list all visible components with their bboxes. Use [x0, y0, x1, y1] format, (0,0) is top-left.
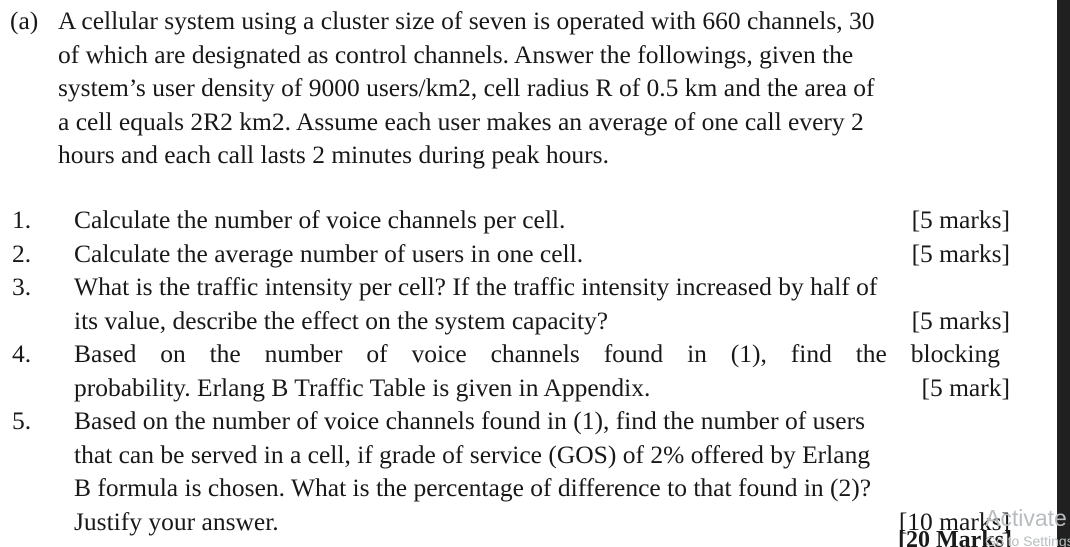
question-number-4: 4. [12, 339, 32, 368]
question-line: Justify your answer. [10 marks] [74, 505, 1010, 539]
question-number-2: 2. [12, 238, 32, 268]
part-a-row-3: system’s user density of 9000 users/km2,… [10, 71, 1010, 105]
question-item-4: 4. Based on the number of voice channels… [12, 337, 1010, 404]
part-a-line-1: A cellular system using a cluster size o… [58, 6, 875, 35]
page-edge-band [1057, 0, 1070, 547]
part-a-first-row: (a) A cellular system using a cluster si… [10, 4, 1010, 38]
part-a-line-3: system’s user density of 9000 users/km2,… [58, 73, 875, 102]
question-body-2: Calculate the average number of users in… [74, 237, 1010, 271]
question-item-1: 1. Calculate the number of voice channel… [12, 203, 1010, 237]
question-line: Calculate the average number of users in… [74, 237, 1010, 271]
part-a-row-4: a cell equals 2R2 km2. Assume each user … [10, 105, 1010, 139]
question-text: What is the traffic intensity per cell? … [74, 272, 878, 301]
question-body-5: Based on the number of voice channels fo… [74, 404, 1010, 538]
question-line: Based on the number of voice channels fo… [74, 404, 1010, 438]
question-item-5: 5. Based on the number of voice channels… [12, 404, 1010, 538]
question-line: Based on the number of voice channels fo… [74, 337, 1010, 371]
question-number-5: 5. [12, 406, 32, 435]
marks-label: [5 mark] [921, 372, 1010, 402]
marks-label: [5 marks] [911, 205, 1010, 234]
question-body-4: Based on the number of voice channels fo… [74, 337, 1010, 404]
part-a-row-5: hours and each call lasts 2 minutes duri… [10, 138, 1010, 172]
question-item-2: 2. Calculate the average number of users… [12, 237, 1010, 271]
document-page: (a) A cellular system using a cluster si… [0, 0, 1070, 547]
question-list: 1. Calculate the number of voice channel… [12, 203, 1010, 538]
part-a-label: (a) [10, 6, 39, 35]
question-line: probability. Erlang B Traffic Table is g… [74, 371, 1010, 405]
question-item-3: 3. What is the traffic intensity per cel… [12, 270, 1010, 337]
part-a-line-4: a cell equals 2R2 km2. Assume each user … [58, 106, 864, 136]
question-body-3: What is the traffic intensity per cell? … [74, 270, 1010, 337]
question-line: What is the traffic intensity per cell? … [74, 270, 1010, 304]
question-text: Based on the number of voice channels fo… [74, 339, 1000, 368]
question-text: Calculate the number of voice channels p… [74, 205, 566, 234]
question-text: its value, describe the effect on the sy… [74, 305, 609, 335]
part-a-line-2: of which are designated as control chann… [58, 39, 854, 69]
question-body-1: Calculate the number of voice channels p… [74, 203, 1010, 237]
marks-label: [5 marks] [911, 305, 1010, 335]
question-text: B formula is chosen. What is the percent… [74, 473, 872, 502]
question-line: its value, describe the effect on the sy… [74, 304, 1010, 338]
question-part-a: (a) A cellular system using a cluster si… [10, 4, 1010, 172]
question-text: Calculate the average number of users in… [74, 238, 584, 268]
question-line: Calculate the number of voice channels p… [74, 203, 1010, 237]
part-a-row-2: of which are designated as control chann… [10, 38, 1010, 72]
question-number-3: 3. [12, 272, 32, 301]
question-text: Based on the number of voice channels fo… [74, 406, 865, 435]
question-line: that can be served in a cell, if grade o… [74, 438, 1010, 472]
question-text: probability. Erlang B Traffic Table is g… [74, 372, 651, 402]
part-a-line-5: hours and each call lasts 2 minutes duri… [58, 140, 609, 169]
question-text: Justify your answer. [74, 506, 279, 536]
total-marks-label: [20 Marks] [898, 527, 1012, 547]
question-number-1: 1. [12, 205, 32, 234]
question-line: B formula is chosen. What is the percent… [74, 471, 1010, 505]
marks-label: [5 marks] [911, 238, 1010, 268]
question-text: that can be served in a cell, if grade o… [74, 439, 871, 469]
